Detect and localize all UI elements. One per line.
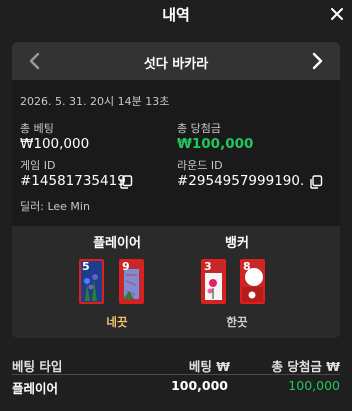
banker-title: 뱅커 bbox=[225, 236, 249, 251]
player-card-2: 9 bbox=[119, 259, 144, 304]
round-id-label: 라운드 ID bbox=[177, 159, 223, 172]
card-rank: 5 bbox=[82, 260, 90, 273]
banker-card-2: 8 bbox=[240, 259, 265, 304]
page-title: 내역 bbox=[162, 6, 190, 24]
modal-header: 내역 bbox=[0, 0, 352, 30]
total-bet-value: ₩100,000 bbox=[20, 136, 90, 152]
banker-card-1: 3 bbox=[201, 259, 226, 304]
chevron-right-icon bbox=[312, 52, 323, 70]
row-total-win: 100,000 bbox=[288, 378, 340, 393]
game-id-value: #14581735419 bbox=[20, 173, 126, 189]
card-rank: 9 bbox=[122, 260, 130, 273]
player-hand: 네끗 bbox=[106, 315, 128, 329]
total-win-label: 총 당첨금 bbox=[177, 122, 221, 135]
history-card: 섯다 바카라 2026. 5. 31. 20시 14분 13초 총 베팅 ₩10… bbox=[12, 42, 340, 338]
bet-datetime: 2026. 5. 31. 20시 14분 13초 bbox=[20, 95, 170, 108]
total-bet-label: 총 베팅 bbox=[20, 122, 54, 135]
card-rank: 3 bbox=[204, 260, 212, 273]
bet-details: 2026. 5. 31. 20시 14분 13초 총 베팅 ₩100,000 총… bbox=[12, 80, 340, 226]
round-id-value: #2954957999190... bbox=[177, 173, 305, 189]
total-win-value: ₩100,000 bbox=[177, 136, 254, 152]
game-id-label: 게임 ID bbox=[20, 159, 56, 172]
card-rank: 8 bbox=[243, 260, 251, 273]
game-navigator: 섯다 바카라 bbox=[12, 42, 340, 80]
column-header-total-win: 총 당첨금 ₩ bbox=[271, 359, 341, 374]
round-result: 플레이어 5 9 네끗 뱅커 3 8 한끗 bbox=[12, 226, 340, 338]
column-header-bet: 베팅 ₩ bbox=[188, 359, 230, 374]
player-title: 플레이어 bbox=[93, 236, 141, 251]
close-icon bbox=[331, 8, 343, 20]
column-header-bet-type: 베팅 타입 bbox=[12, 359, 63, 374]
banker-hand: 한끗 bbox=[226, 315, 248, 329]
close-button[interactable] bbox=[328, 5, 346, 23]
row-bet-type: 플레이어 bbox=[12, 381, 59, 396]
next-game-button[interactable] bbox=[306, 49, 330, 73]
row-bet-amount: 100,000 bbox=[171, 378, 228, 393]
game-name: 섯다 바카라 bbox=[143, 57, 209, 72]
dealer-name: 딜러: Lee Min bbox=[20, 200, 90, 213]
player-card-1: 5 bbox=[79, 259, 104, 304]
header-divider bbox=[12, 374, 340, 375]
copy-icon[interactable] bbox=[309, 175, 323, 189]
copy-icon[interactable] bbox=[119, 175, 133, 189]
